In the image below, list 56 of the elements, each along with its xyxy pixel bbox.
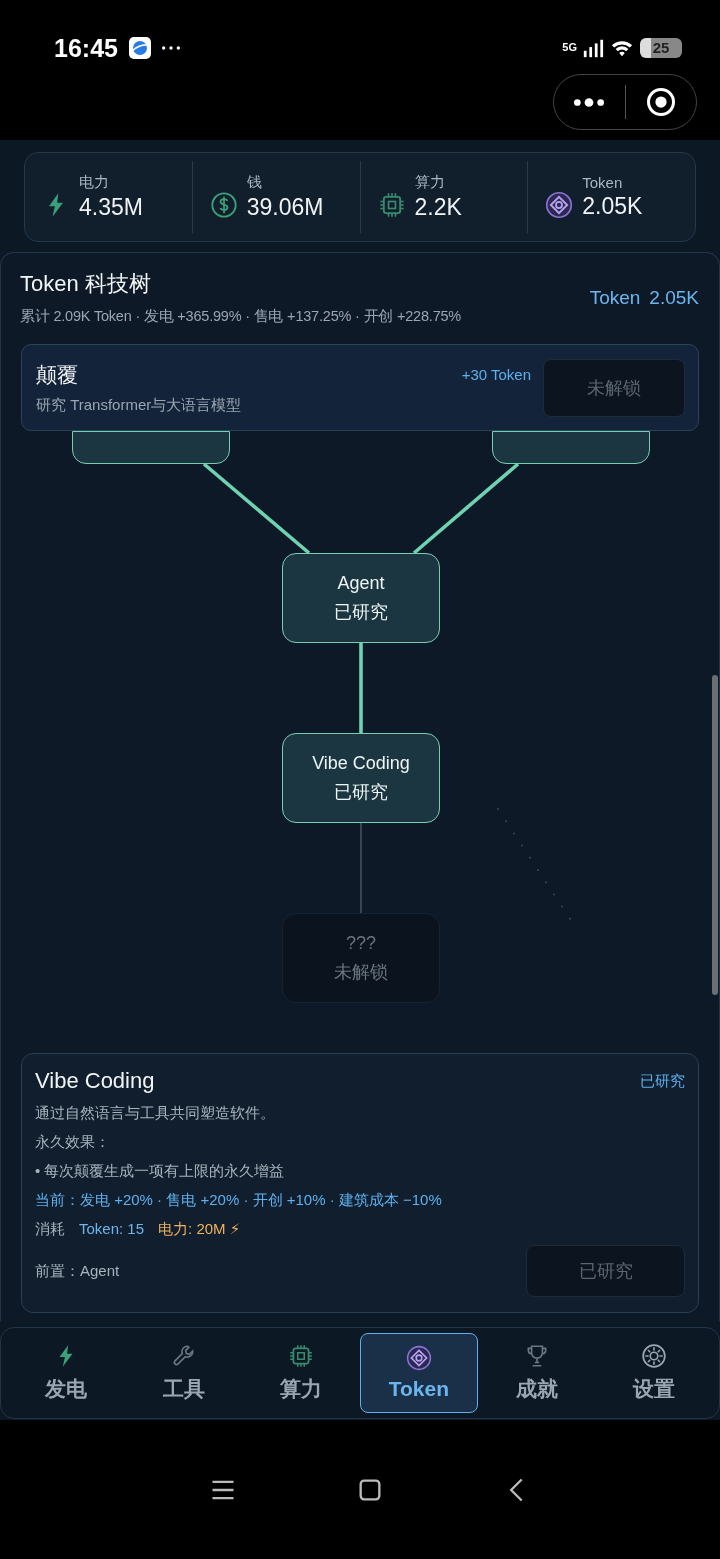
effect-text: • 每次颠覆生成一项有上限的永久增益 <box>35 1162 286 1181</box>
resource-label: 电力 <box>79 173 110 192</box>
effects-label: 永久效果： <box>35 1133 111 1152</box>
nav-tab[interactable]: 工具 <box>124 1333 243 1413</box>
nav-tab[interactable]: Token <box>360 1333 478 1413</box>
resource-label: Token <box>582 174 624 191</box>
cost-value: 电力: 20M ⚡ <box>158 1220 241 1239</box>
cost-value: Token: 15 <box>79 1220 145 1239</box>
node-status: 已研究 <box>334 780 388 804</box>
stats-summary: 累计 2.09K Token · 发电 +365.99% · 售电 +137.25% · 开创 +228.75% <box>20 307 462 326</box>
network-label: 5G <box>562 41 577 53</box>
diamond-token-icon <box>405 1345 432 1371</box>
current-bonus-text: 当前：发电 +20% · 售电 +20% · 开创 +10% · 建筑成本 −10% <box>35 1191 443 1210</box>
chip-icon <box>288 1343 315 1369</box>
prerequisite-text: 前置：Agent <box>35 1261 120 1281</box>
node-status: 未解锁 <box>334 960 388 984</box>
tech-node[interactable]: Vibe Coding 已研究 <box>282 733 440 823</box>
node-name: ??? <box>345 932 376 954</box>
research-status: 已研究 <box>640 1071 685 1091</box>
resource-label: 钱 <box>246 173 263 192</box>
dollar-coin-icon <box>209 191 238 219</box>
tech-node[interactable] <box>492 431 650 464</box>
nav-tab[interactable]: 成就 <box>477 1333 596 1413</box>
resource-value: 2.05K <box>582 193 643 220</box>
clock-time: 16:45 <box>54 33 118 63</box>
tech-node[interactable]: ??? 未解锁 <box>282 913 440 1003</box>
node-status: 已研究 <box>334 600 388 624</box>
gear-icon <box>641 1343 668 1369</box>
nav-tab[interactable]: 算力 <box>242 1333 360 1413</box>
signal-icon <box>582 37 604 59</box>
nav-tab[interactable]: 设置 <box>595 1333 714 1413</box>
resource-value: 39.06M <box>246 194 324 221</box>
resource-value: 4.35M <box>79 194 143 221</box>
resource-label: 算力 <box>414 173 446 192</box>
battery-indicator: 25 <box>640 38 682 58</box>
node-name: Vibe Coding <box>312 752 410 774</box>
node-name: Agent <box>337 572 385 594</box>
milestone-title: 颠覆 <box>36 361 79 388</box>
milestone-description: 研究 Transformer与大语言模型 <box>36 395 243 415</box>
diamond-token-icon <box>545 191 574 219</box>
more-dots-icon <box>574 97 605 107</box>
description-text: 通过自然语言与工具共同塑造软件。 <box>35 1104 276 1123</box>
balance-label: Token <box>589 286 641 309</box>
panel-title: Token 科技树 <box>20 270 152 298</box>
tech-node[interactable] <box>72 431 230 464</box>
nav-tab[interactable]: 发电 <box>7 1333 125 1413</box>
cost-label: 消耗 <box>35 1220 65 1239</box>
balance-value: 2.05K <box>649 286 699 309</box>
chip-icon <box>377 191 406 219</box>
target-circle-icon <box>645 87 676 117</box>
detail-title: Vibe Coding <box>35 1068 155 1094</box>
more-dots-icon <box>161 46 180 50</box>
tech-node[interactable]: Agent 已研究 <box>282 553 440 643</box>
reward-label: +30 Token <box>461 366 531 383</box>
app-icon <box>127 36 152 60</box>
resource-value: 2.2K <box>414 194 462 221</box>
